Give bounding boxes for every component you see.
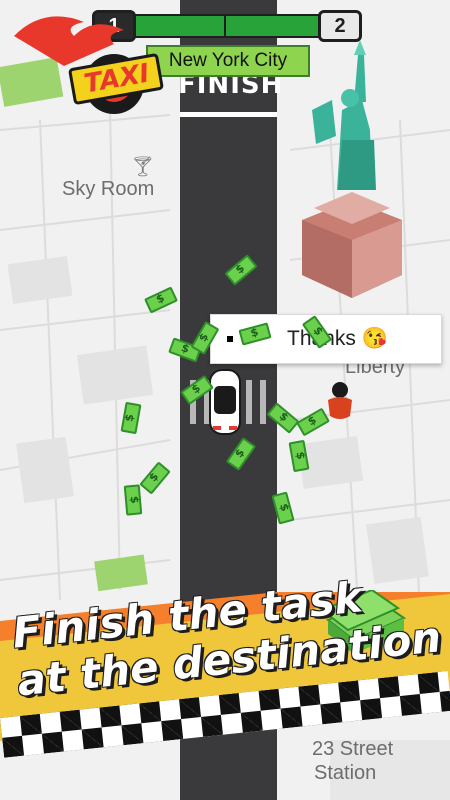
bubble-text: Thanks 😘 <box>287 327 388 350</box>
finish-line <box>180 112 277 117</box>
passenger-icon <box>328 382 352 419</box>
taxi-logo-icon: TAXI <box>4 6 164 116</box>
next-level-badge: 2 <box>318 10 362 42</box>
progress-segment-2 <box>224 14 320 38</box>
statue-of-liberty-icon <box>302 40 402 298</box>
taxi-car-icon[interactable] <box>208 368 242 440</box>
poi-label-station-2: Station <box>314 762 377 784</box>
money-bill-icon <box>123 484 143 516</box>
city-name-banner: New York City <box>146 45 310 77</box>
poi-label-sky-room: Sky Room <box>62 178 155 200</box>
cocktail-icon: 🍸︎ <box>130 156 156 178</box>
bubble-dot <box>227 336 233 342</box>
